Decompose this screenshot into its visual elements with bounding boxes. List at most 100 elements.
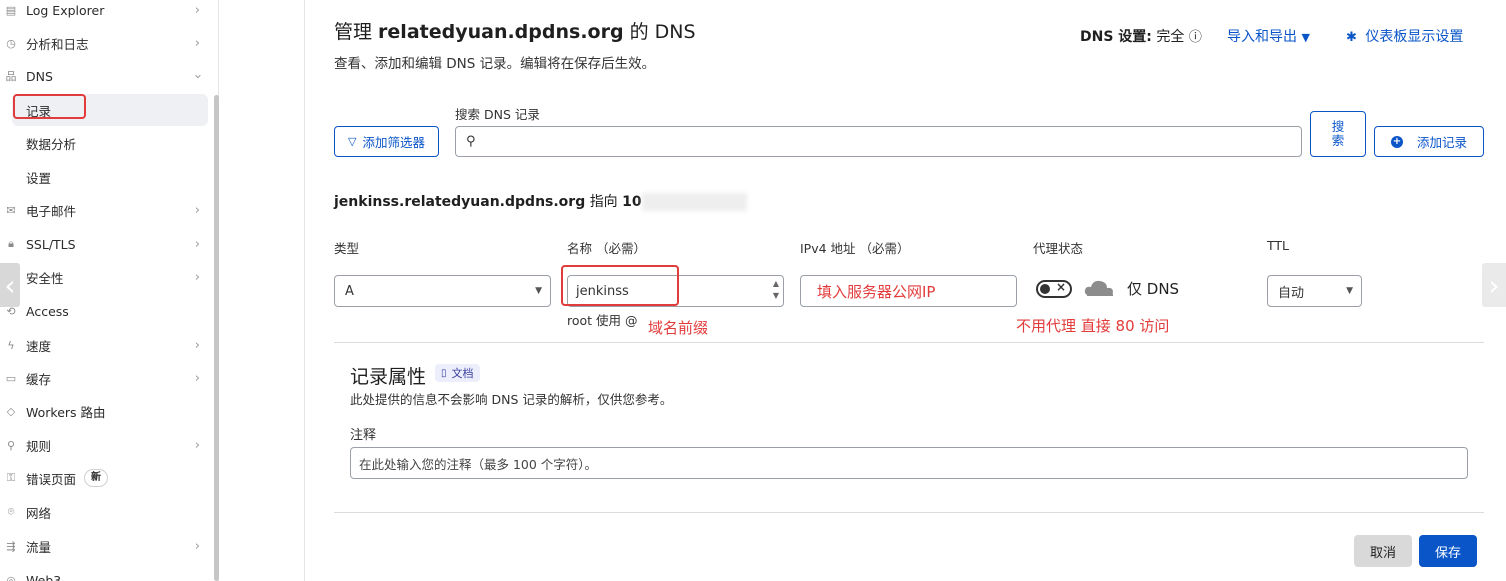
search-icon: ⚲ <box>466 134 476 149</box>
record-host: jenkinss.relatedyuan.dpdns.org <box>334 194 586 210</box>
page-title: 管理 relatedyuan.dpdns.org 的 DNS <box>334 17 696 44</box>
save-button[interactable]: 保存 <box>1419 535 1477 567</box>
sidebar-item-label: Access <box>26 303 69 319</box>
docs-badge[interactable]: ▯ 文档 <box>435 364 480 382</box>
name-hint: root 使用 @ <box>567 313 638 328</box>
search-input[interactable]: ⚲ <box>455 126 1302 157</box>
chevron-right-icon: › <box>194 35 200 51</box>
sidebar-item-label: DNS <box>26 68 53 84</box>
sidebar-item-web3[interactable]: ◎ Web3 <box>0 564 210 581</box>
sidebar-item-workers-routes[interactable]: ◇ Workers 路由 <box>0 395 210 427</box>
error-page-icon: ⚿ <box>6 471 16 484</box>
name-label: 名称 （必需） <box>567 241 646 256</box>
document-icon: ▤ <box>5 3 17 17</box>
sidebar-subitem-settings[interactable]: 设置 <box>12 161 208 193</box>
title-suffix: 的 DNS <box>623 21 696 43</box>
search-label: 搜索 DNS 记录 <box>455 107 540 122</box>
type-select[interactable]: A ▼ <box>334 275 551 307</box>
record-attributes-description: 此处提供的信息不会影响 DNS 记录的解析，仅供您参考。 <box>350 392 673 407</box>
redacted-ip <box>641 193 747 211</box>
cloud-icon <box>1084 280 1113 296</box>
sidebar-item-email[interactable]: ✉ 电子邮件 › <box>0 194 210 226</box>
type-value: A <box>345 283 354 299</box>
search-button[interactable]: 搜 索 <box>1310 111 1366 157</box>
import-export-label: 导入和导出 <box>1227 29 1297 45</box>
lock-icon: 🔒︎ <box>8 237 14 250</box>
add-record-button[interactable]: + 添加记录 <box>1374 126 1484 157</box>
chevron-down-icon: › <box>189 73 205 79</box>
proxy-status-value: 仅 DNS <box>1127 280 1180 298</box>
sidebar-item-network[interactable]: ⌾ 网络 <box>0 496 210 528</box>
sidebar-item-security[interactable]: ⛨ 安全性 › <box>0 261 210 293</box>
chevron-right-icon: › <box>194 269 200 285</box>
rules-icon: ⚲ <box>6 438 16 452</box>
chevron-right-icon: › <box>194 337 200 353</box>
cancel-button[interactable]: 取消 <box>1354 535 1412 567</box>
sidebar-item-label: Web3 <box>26 572 62 581</box>
sidebar-item-rules[interactable]: ⚲ 规则 › <box>0 429 210 461</box>
workers-icon: ◇ <box>6 404 16 418</box>
dns-setting-status: DNS 设置: 完全 ⓘ <box>1080 26 1202 46</box>
mail-icon: ✉ <box>6 203 16 217</box>
sidebar-item-label: Log Explorer <box>26 2 105 18</box>
dns-setting-label: DNS 设置: <box>1080 29 1152 45</box>
comment-input[interactable]: 在此处输入您的注释（最多 100 个字符）。 <box>350 447 1468 479</box>
sidebar-item-label: 速度 <box>26 338 52 354</box>
record-points-to: 指向 <box>589 194 618 210</box>
sidebar-item-ssl-tls[interactable]: 🔒︎ SSL/TLS › <box>0 228 210 260</box>
stepper-icon[interactable]: ▲ ▼ <box>773 278 779 302</box>
bolt-icon: ϟ <box>7 338 15 352</box>
sidebar-item-label: Workers 路由 <box>26 404 106 420</box>
sidebar-item-log-explorer[interactable]: ▤ Log Explorer › <box>0 0 210 26</box>
dns-setting-value: 完全 <box>1156 29 1185 45</box>
record-summary: jenkinss.relatedyuan.dpdns.org 指向 10 <box>334 191 747 211</box>
sidebar-scrollbar[interactable] <box>214 95 219 581</box>
sidebar-item-label: SSL/TLS <box>26 236 76 252</box>
caret-down-icon: ▼ <box>1346 286 1353 296</box>
sidebar-item-label: 分析和日志 <box>26 36 89 52</box>
add-filter-button[interactable]: ▽ 添加筛选器 <box>334 126 439 157</box>
info-icon[interactable]: ⓘ <box>1189 30 1202 45</box>
close-icon: × <box>1055 280 1066 294</box>
ipv4-value: 填入服务器公网IP <box>817 282 936 301</box>
sidebar-item-speed[interactable]: ϟ 速度 › <box>0 329 210 361</box>
chevron-right-icon: › <box>194 437 200 453</box>
dashboard-settings-link[interactable]: ✱ 仪表板显示设置 <box>1346 26 1463 46</box>
proxy-status-label: 代理状态 <box>1033 241 1084 256</box>
page-subtitle: 查看、添加和编辑 DNS 记录。编辑将在保存后生效。 <box>334 56 656 72</box>
add-filter-label: 添加筛选器 <box>362 135 425 150</box>
sidebar-item-label: 缓存 <box>26 371 52 387</box>
stepper-down-icon: ▼ <box>772 291 779 300</box>
import-export-menu[interactable]: 导入和导出 ▼ <box>1227 26 1310 46</box>
ipv4-input[interactable]: 填入服务器公网IP <box>800 275 1017 307</box>
sidebar-item-traffic[interactable]: ⇶ 流量 › <box>0 530 210 562</box>
annotation-name: 域名前缀 <box>648 319 709 337</box>
sidebar-item-cache[interactable]: ▭ 缓存 › <box>0 362 210 394</box>
location-icon: ⌾ <box>7 505 15 518</box>
sidebar-item-label: 数据分析 <box>26 136 77 152</box>
chevron-right-icon: › <box>194 370 200 386</box>
sidebar-subitem-analytics[interactable]: 数据分析 <box>12 127 208 159</box>
sidebar-item-label: 流量 <box>26 539 52 555</box>
highlight-box-records <box>13 94 86 119</box>
sidebar-item-access[interactable]: ⟲ Access <box>0 295 210 327</box>
docs-label: 文档 <box>451 367 474 380</box>
sidebar-item-analytics-logs[interactable]: ◷ 分析和日志 › <box>0 27 210 59</box>
chevron-left-icon[interactable]: ‹ <box>0 263 20 307</box>
ttl-select[interactable]: 自动 ▼ <box>1267 275 1362 307</box>
network-icon: 品 <box>5 70 17 83</box>
sidebar-item-label: 规则 <box>26 438 52 454</box>
chevron-right-icon: › <box>194 2 200 18</box>
sidebar-item-label: 网络 <box>26 505 52 521</box>
toggle-knob <box>1040 284 1050 294</box>
record-ip: 10 <box>622 194 642 210</box>
proxy-toggle[interactable]: × <box>1036 280 1072 298</box>
sidebar-item-dns[interactable]: 品 DNS › <box>0 60 210 92</box>
traffic-icon: ⇶ <box>6 539 16 553</box>
plus-circle-icon: + <box>1390 135 1403 148</box>
new-badge: 新 <box>84 469 109 487</box>
ttl-value: 自动 <box>1278 285 1305 301</box>
chevron-right-icon: › <box>194 538 200 554</box>
record-attributes-title: 记录属性 <box>350 366 427 388</box>
sidebar-item-error-pages[interactable]: ⚿ 错误页面 新 <box>0 462 210 494</box>
